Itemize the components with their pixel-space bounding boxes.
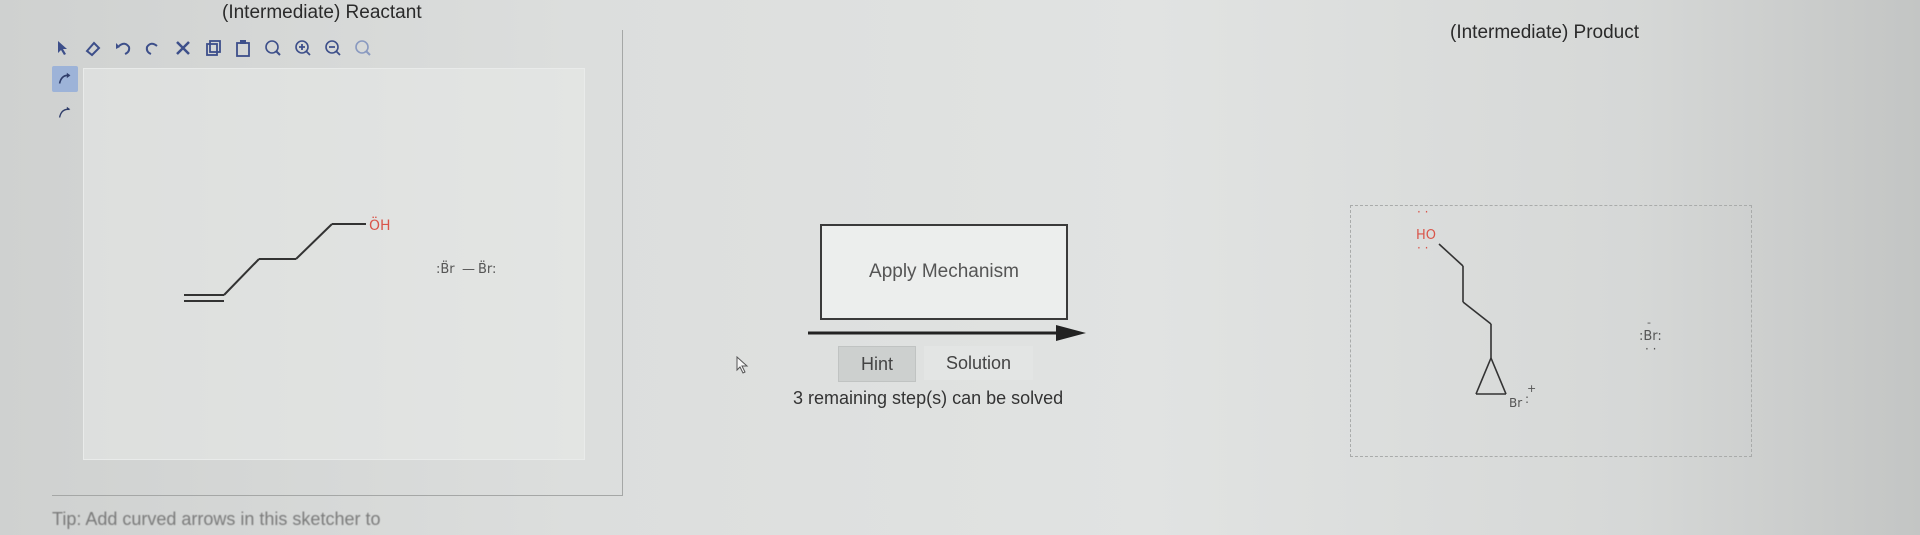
reactant-canvas[interactable]: ÖH :B̈r — B̈r: bbox=[83, 68, 585, 460]
eraser-icon[interactable] bbox=[82, 37, 104, 59]
product-canvas: HO · · · · Br + : :Br: - · · bbox=[1350, 205, 1752, 457]
hydroxyl-label: ÖH bbox=[369, 216, 391, 234]
pointer-icon[interactable] bbox=[52, 37, 74, 59]
copy-icon[interactable] bbox=[202, 37, 224, 59]
hint-solution-row: Hint Solution bbox=[838, 346, 1034, 382]
paste-icon[interactable] bbox=[232, 37, 254, 59]
bromine-molecule[interactable]: :B̈r — B̈r: bbox=[436, 262, 496, 277]
sketcher-side-tools bbox=[52, 66, 80, 134]
bromide-lone-pair-bottom: · · bbox=[1645, 342, 1656, 356]
bromonium-intermediate: HO · · · · Br + : bbox=[1416, 206, 1536, 410]
bromonium-label: Br bbox=[1509, 396, 1522, 410]
delete-icon[interactable] bbox=[172, 37, 194, 59]
product-molecules: HO · · · · Br + : :Br: - · · bbox=[1416, 206, 1662, 410]
product-panel-title: (Intermediate) Product bbox=[1450, 22, 1640, 43]
sketcher-toolbar bbox=[52, 34, 374, 62]
curved-arrow-single-icon[interactable] bbox=[52, 100, 78, 126]
mouse-cursor-icon bbox=[736, 355, 750, 379]
zoom-reset-icon[interactable] bbox=[262, 37, 284, 59]
reactant-molecules: ÖH :B̈r — B̈r: bbox=[184, 216, 496, 302]
remaining-steps-text: 3 remaining step(s) can be solved bbox=[793, 388, 1064, 408]
reactant-panel-title: (Intermediate) Reactant bbox=[222, 2, 422, 23]
hydroxyl-lone-pair-bottom: · · bbox=[1417, 241, 1428, 255]
solution-button[interactable]: Solution bbox=[924, 346, 1034, 380]
zoom-out-icon[interactable] bbox=[322, 37, 344, 59]
sketcher-tip-text: Tip: Add curved arrows in this sketcher … bbox=[52, 509, 381, 529]
hint-button[interactable]: Hint bbox=[838, 346, 917, 382]
apply-mechanism-button[interactable]: Apply Mechanism bbox=[820, 224, 1068, 320]
hydroxyl-lone-pair-top: · · bbox=[1417, 206, 1428, 219]
zoom-fit-icon[interactable] bbox=[352, 37, 374, 59]
curved-arrow-double-icon[interactable] bbox=[52, 66, 78, 92]
zoom-in-icon[interactable] bbox=[292, 37, 314, 59]
alkenol-molecule[interactable]: ÖH bbox=[184, 216, 391, 302]
bromide-charge: - bbox=[1647, 316, 1651, 329]
bromonium-lone-pair: : bbox=[1525, 392, 1529, 406]
bromine-left-atom: :B̈r bbox=[436, 262, 455, 277]
bromine-right-atom: B̈r: bbox=[478, 262, 496, 277]
bromine-bond: — bbox=[462, 262, 475, 277]
bromide-ion: :Br: - · · bbox=[1639, 316, 1662, 356]
redo-icon[interactable] bbox=[142, 37, 164, 59]
reaction-arrow bbox=[808, 322, 1088, 344]
undo-icon[interactable] bbox=[112, 37, 134, 59]
